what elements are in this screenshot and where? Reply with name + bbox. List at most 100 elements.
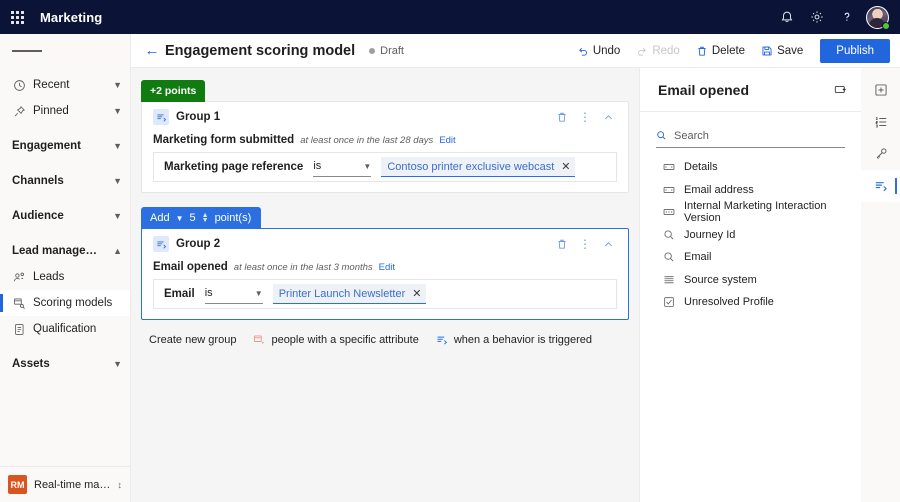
condition-edit-link[interactable]: Edit [439, 135, 455, 146]
list-item-details[interactable]: Details [640, 156, 861, 179]
clock-icon [12, 78, 26, 92]
close-icon[interactable]: ✕ [412, 287, 421, 300]
save-button[interactable]: Save [754, 39, 810, 63]
group-1-condition-row: Marketing page reference is ▼ Contoso pr… [153, 152, 617, 182]
command-bar-actions: Undo Redo Delete Save Publish [570, 38, 890, 63]
delete-icon[interactable] [552, 234, 572, 254]
undo-button[interactable]: Undo [570, 39, 628, 63]
text-field-icon [662, 206, 675, 218]
delete-button[interactable]: Delete [689, 39, 752, 63]
chevron-down-icon: ▼ [175, 213, 184, 223]
create-group-attribute-button[interactable]: people with a specific attribute [253, 334, 419, 346]
list-item-journey-id[interactable]: Journey Id [640, 224, 861, 247]
key-icon[interactable] [861, 138, 900, 170]
properties-search[interactable] [656, 124, 845, 148]
condition-edit-link[interactable]: Edit [379, 262, 395, 273]
list-item-label: Source system [684, 273, 757, 286]
condition-operator-select[interactable]: is ▼ [313, 157, 372, 177]
group-1-title: Group 1 [176, 111, 221, 123]
group-2-card: Group 2 ⋮ Email opened at least once in … [141, 228, 629, 320]
delete-icon [696, 45, 708, 57]
scoring-model-canvas: +2 points Group 1 ⋮ Marketing form submi… [131, 68, 639, 502]
collapse-chevron-icon[interactable] [598, 107, 618, 127]
app-launcher-icon[interactable] [0, 0, 34, 34]
group-2-actions: ⋮ [552, 234, 618, 254]
points-stepper[interactable]: ▲ ▼ [202, 212, 209, 224]
group-1-actions: ⋮ [552, 107, 618, 127]
list-item-email[interactable]: Email [640, 246, 861, 269]
close-icon[interactable]: ✕ [561, 160, 570, 173]
help-question-icon[interactable] [832, 2, 862, 32]
operator-value: is [204, 287, 213, 299]
org-switcher[interactable]: RM Real-time marketi... ↕ [0, 466, 130, 502]
list-item-source-system[interactable]: Source system [640, 269, 861, 292]
nav-divider-space [0, 229, 130, 238]
condition-frequency: at least once in the last 28 days [300, 135, 434, 146]
collapse-chevron-icon[interactable] [598, 234, 618, 254]
back-arrow-icon[interactable]: ← [141, 42, 163, 59]
checkbox-icon [662, 296, 675, 308]
group-2-points-badge[interactable]: Add ▼ 5 ▲ ▼ point(s) [141, 207, 262, 229]
redo-icon [636, 45, 648, 57]
condition-value: Contoso printer exclusive webcast [387, 160, 555, 173]
condition-operator-select[interactable]: is ▼ [204, 284, 263, 304]
sidebar-group-engagement[interactable]: Engagement ▼ [0, 133, 130, 159]
nav-divider-space [0, 194, 130, 203]
list-item-label: Journey Id [684, 228, 736, 241]
sidebar-item-qualification[interactable]: Qualification [0, 316, 130, 342]
delete-icon[interactable] [552, 107, 572, 127]
publish-button[interactable]: Publish [820, 38, 890, 63]
list-item-unresolved-profile[interactable]: Unresolved Profile [640, 291, 861, 314]
user-avatar[interactable] [862, 2, 892, 32]
more-options-icon[interactable]: ⋮ [575, 107, 595, 127]
points-unit-label: point(s) [214, 212, 252, 224]
chevron-updown-icon: ↕ [117, 479, 123, 490]
nav-collapse-button[interactable] [0, 34, 130, 68]
create-group-behavior-button[interactable]: when a behavior is triggered [436, 334, 592, 346]
create-group-attribute-label: people with a specific attribute [271, 334, 419, 346]
status-badge: Draft [369, 45, 404, 57]
app-root: Marketing Recent ▼ Pinned ▼ Engagement ▼… [0, 0, 900, 502]
sidebar-item-recent[interactable]: Recent ▼ [0, 72, 130, 98]
ordered-list-icon[interactable] [861, 106, 900, 138]
chevron-down-icon: ▼ [254, 288, 263, 298]
group-2-condition-summary: Email opened at least once in the last 3… [142, 259, 628, 279]
list-item-label: Email address [684, 183, 754, 196]
search-input[interactable] [674, 129, 845, 142]
sidebar-group-assets[interactable]: Assets ▼ [0, 351, 130, 377]
list-item-label: Unresolved Profile [684, 296, 774, 309]
sidebar-item-pinned[interactable]: Pinned ▼ [0, 98, 130, 124]
lookup-icon [662, 229, 675, 241]
sidebar-group-channels[interactable]: Channels ▼ [0, 168, 130, 194]
list-item-internal-marketing-interaction-version[interactable]: Internal Marketing Interaction Version [640, 200, 861, 224]
behavior-trigger-icon[interactable] [861, 170, 900, 202]
nav-divider-space [0, 342, 130, 351]
sidebar-group-audience[interactable]: Audience ▼ [0, 203, 130, 229]
notifications-bell-icon[interactable] [772, 2, 802, 32]
chevron-down-icon: ▼ [363, 161, 372, 171]
properties-panel: Email opened Details [639, 68, 861, 502]
chevron-down-icon: ▼ [113, 106, 122, 116]
add-panel-icon[interactable] [861, 74, 900, 106]
app-bar-actions [772, 2, 900, 32]
condition-value-chip[interactable]: Contoso printer exclusive webcast ✕ [381, 157, 576, 177]
condition-value-chip[interactable]: Printer Launch Newsletter ✕ [272, 284, 427, 304]
redo-button[interactable]: Redo [629, 39, 687, 63]
save-label: Save [777, 44, 804, 57]
sidebar-item-leads[interactable]: Leads [0, 264, 130, 290]
undo-icon [577, 45, 589, 57]
operator-value: is [313, 160, 322, 172]
sidebar-item-scoring-models[interactable]: Scoring models [0, 290, 130, 316]
group-1-points-badge[interactable]: +2 points [141, 80, 206, 102]
properties-list: Details Email address Internal Marketing… [640, 148, 861, 314]
settings-gear-icon[interactable] [802, 2, 832, 32]
list-item-email-address[interactable]: Email address [640, 179, 861, 202]
more-options-icon[interactable]: ⋮ [575, 234, 595, 254]
sidebar-group-label: Channels [12, 175, 64, 187]
sidebar-group-label: Assets [12, 358, 50, 370]
redo-label: Redo [652, 44, 680, 57]
expand-panel-icon[interactable] [834, 83, 847, 96]
create-group-behavior-label: when a behavior is triggered [453, 334, 593, 346]
sidebar-group-lead-management[interactable]: Lead management ▲ [0, 238, 130, 264]
text-field-icon [662, 184, 675, 196]
